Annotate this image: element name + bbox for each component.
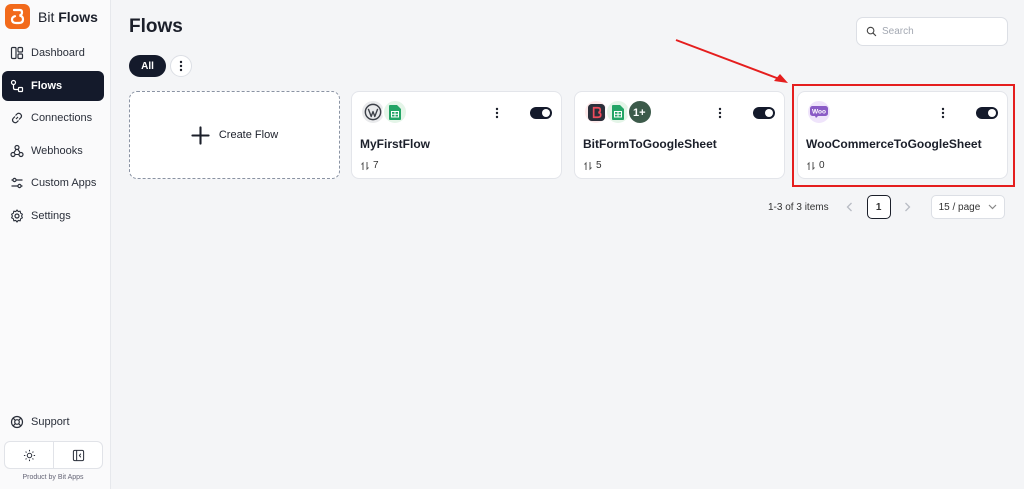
sidebar-item-label: Custom Apps (31, 177, 97, 189)
webhook-icon (10, 144, 24, 157)
flow-run-count: 5 (583, 160, 602, 171)
flow-card[interactable]: MyFirstFlow 7 (351, 91, 562, 179)
product-credit: Product by Bit Apps (22, 474, 84, 481)
sidebar-item-label: Webhooks (31, 144, 83, 157)
flow-count-value: 7 (373, 160, 379, 171)
create-flow-card[interactable]: Create Flow (129, 91, 340, 179)
page-button-current[interactable]: 1 (866, 195, 891, 219)
support-label: Support (31, 416, 70, 428)
brand-bold: Flows (58, 8, 98, 25)
next-page-button[interactable] (899, 198, 917, 216)
flow-enable-toggle[interactable] (753, 107, 775, 119)
sidebar-item-label: Connections (31, 112, 93, 124)
support-link[interactable]: Support (2, 408, 104, 436)
chevron-down-icon (988, 204, 997, 210)
flow-app-icons (360, 99, 408, 125)
dashboard-icon (10, 46, 24, 60)
flow-menu-button[interactable] (714, 106, 726, 120)
sidebar-item-settings[interactable]: Settings (2, 201, 104, 231)
google-sheets-icon (382, 99, 408, 125)
chevron-left-icon (846, 202, 853, 212)
sidebar-item-connections[interactable]: Connections (2, 103, 104, 133)
flow-run-count: 7 (360, 160, 379, 171)
theme-toggle-button[interactable] (5, 442, 53, 468)
flow-name: MyFirstFlow (360, 137, 431, 151)
page-title: Flows (129, 16, 183, 37)
sliders-icon (11, 177, 23, 189)
flow-count-value: 5 (596, 160, 602, 171)
flow-name: BitFormToGoogleSheet (583, 137, 717, 151)
transfer-icon (361, 161, 369, 170)
annotation-arrow (675, 39, 788, 83)
brand-name: Bit Flows (38, 9, 98, 25)
prev-page-button[interactable] (841, 198, 859, 216)
pagination: 1-3 of 3 items 1 15 / page (768, 195, 1005, 219)
plus-icon (191, 125, 210, 145)
sidebar-item-dashboard[interactable]: Dashboard (2, 38, 104, 68)
search-box[interactable] (856, 17, 1008, 46)
transfer-icon (584, 161, 592, 170)
sidebar-item-label: Dashboard (31, 47, 85, 59)
plus-one-icon: 1+ (627, 99, 653, 125)
flow-menu-button[interactable] (491, 106, 503, 120)
create-flow-label: Create Flow (218, 129, 279, 141)
filter-all-chip[interactable]: All (129, 55, 166, 77)
sidebar-item-label: Settings (31, 209, 71, 222)
collapse-sidebar-button[interactable] (53, 442, 102, 468)
page-size-value: 15 / page (938, 201, 981, 213)
lifebuoy-icon (10, 415, 24, 429)
flow-card[interactable]: 1+ BitFormToGoogleSheet 5 (574, 91, 785, 179)
flows-icon (10, 79, 24, 92)
search-icon (866, 26, 877, 37)
sidebar-item-label: Flows (31, 79, 63, 92)
link-icon (11, 112, 23, 124)
pagination-range: 1-3 of 3 items (768, 201, 829, 213)
sidebar-item-flows[interactable]: Flows (2, 70, 104, 101)
sidebar: Bit Flows Dashboard Flows Connections We… (0, 0, 111, 489)
sidebar-toggles (4, 441, 103, 469)
sidebar-collapse-icon (72, 449, 84, 461)
bit-flows-logo-icon (5, 4, 30, 29)
sidebar-nav: Dashboard Flows Connections Webhooks Cus… (2, 38, 104, 233)
gear-icon (11, 208, 23, 223)
flow-enable-toggle[interactable] (530, 107, 552, 119)
more-vertical-icon (495, 107, 499, 119)
sidebar-item-custom-apps[interactable]: Custom Apps (2, 168, 104, 198)
flow-app-icons: 1+ (583, 99, 653, 125)
page-size-select[interactable]: 15 / page (930, 195, 1005, 219)
search-input[interactable] (882, 26, 1002, 37)
sidebar-item-webhooks[interactable]: Webhooks (2, 136, 104, 166)
filter-more-button[interactable] (170, 55, 192, 77)
annotation-highlight-box (792, 84, 1015, 187)
svg-text:1+: 1+ (633, 107, 646, 119)
brand[interactable]: Bit Flows (5, 4, 98, 29)
more-vertical-icon (718, 107, 722, 119)
brand-prefix: Bit (38, 8, 55, 25)
more-vertical-icon (179, 60, 183, 72)
chevron-right-icon (905, 202, 911, 212)
sun-icon (23, 449, 35, 461)
